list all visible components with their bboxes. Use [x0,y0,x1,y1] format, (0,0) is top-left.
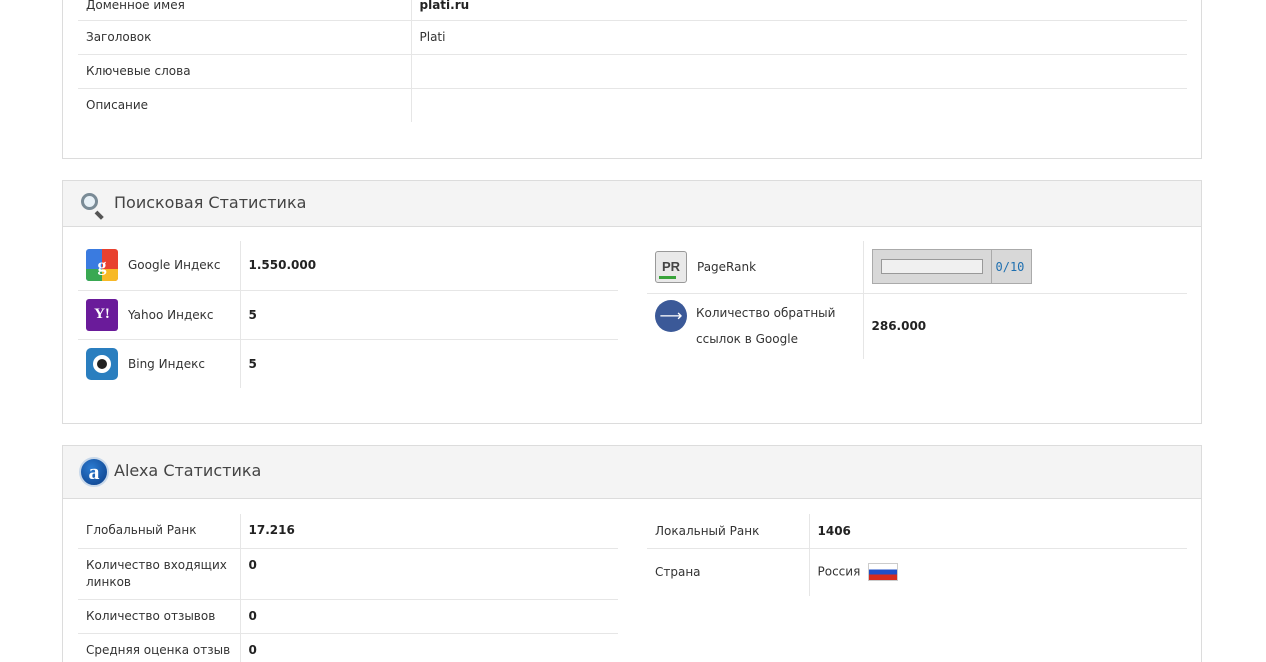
pagerank-bar: 0/10 [871,249,1032,285]
share-icon: ⟶ [655,300,687,333]
yahoo-icon: Y! [86,298,118,331]
russia-flag-icon [868,563,899,582]
description-label: Описание [78,88,412,122]
bing-index-label: Bing Индекс [128,356,205,371]
pagerank-icon: PR [655,250,687,283]
pagerank-track [880,259,983,275]
table-row: Количество отзывов 0 [78,599,618,634]
table-row: PR PageRank 0/10 [647,241,1187,294]
table-row: Описание [78,88,1187,122]
alexa-stats-title: Alexa Статистика [114,461,262,480]
global-rank-label: Глобальный Ранк [78,514,241,549]
keywords-label: Ключевые слова [78,54,412,89]
google-index-label: Google Индекс [128,258,221,273]
domain-name-value: plati.ru [411,0,1187,21]
table-row: Количество входящих линков 0 [78,548,618,600]
reviews-count-label: Количество отзывов [78,599,241,634]
pagerank-backlinks-table: PR PageRank 0/10 ⟶ Количество обратный с… [647,241,1187,359]
table-row: Глобальный Ранк 17.216 [78,514,618,549]
yahoo-index-value: 5 [240,290,618,340]
local-rank-label: Локальный Ранк [647,514,810,549]
table-row: Ключевые слова [78,54,1187,89]
domain-name-label: Доменное имея [78,0,412,21]
google-icon: g [86,249,118,282]
google-index-value: 1.550.000 [240,241,618,291]
alexa-icon-wrap: a [79,457,109,487]
inbound-links-label: Количество входящих линков [78,548,241,600]
table-row: Средняя оценка отзыв 0 [78,633,618,662]
yahoo-index-label: Yahoo Индекс [128,307,214,322]
title-value: Plati [411,20,1187,55]
table-row: Bing Индекс 5 [78,339,618,388]
alexa-icon: a [79,457,109,487]
local-rank-value: 1406 [809,514,1187,549]
bing-index-value: 5 [248,356,257,371]
domain-info-panel: Доменное имея plati.ru Заголовок Plati К… [62,0,1202,159]
table-row: Заголовок Plati [78,20,1187,55]
table-row: Страна Россия [647,548,1187,596]
global-rank-value: 17.216 [240,514,618,549]
country-value: Россия [817,564,861,579]
search-stats-panel: Поисковая Статистика g Google Индекс 1.5… [62,180,1202,424]
table-row: Y! Yahoo Индекс 5 [78,290,618,340]
pagerank-label: PageRank [697,259,757,274]
table-row: g Google Индекс 1.550.000 [78,241,618,291]
keywords-value [411,54,1187,89]
backlinks-value: 286.000 [871,319,927,334]
table-row: Доменное имея plati.ru [78,0,1187,21]
pagerank-value: 0/10 [990,250,1024,284]
search-index-table: g Google Индекс 1.550.000 Y! Yahoo Индек… [78,241,618,388]
alexa-right-table: Локальный Ранк 1406 Страна Россия [647,514,1187,596]
description-value [411,88,1187,122]
search-stats-header: Поисковая Статистика [63,181,1201,227]
reviews-count-value: 0 [240,599,618,634]
magnifier-icon [79,191,107,220]
bing-icon [86,347,118,380]
inbound-links-value: 0 [240,548,618,600]
domain-info-table: Доменное имея plati.ru Заголовок Plati К… [78,0,1187,122]
alexa-left-table: Глобальный Ранк 17.216 Количество входящ… [78,514,618,662]
alexa-stats-header: a Alexa Статистика [63,446,1201,499]
country-label: Страна [647,548,810,596]
average-rating-label: Средняя оценка отзыв [78,633,241,662]
alexa-stats-panel: a Alexa Статистика Глобальный Ранк 17.21… [62,445,1202,662]
table-row: Локальный Ранк 1406 [647,514,1187,549]
search-stats-title: Поисковая Статистика [114,193,307,212]
table-row: ⟶ Количество обратный ссылок в Google 28… [647,293,1187,359]
average-rating-value: 0 [248,642,257,657]
title-label: Заголовок [78,20,412,55]
backlinks-label: Количество обратный ссылок в Google [696,306,836,347]
